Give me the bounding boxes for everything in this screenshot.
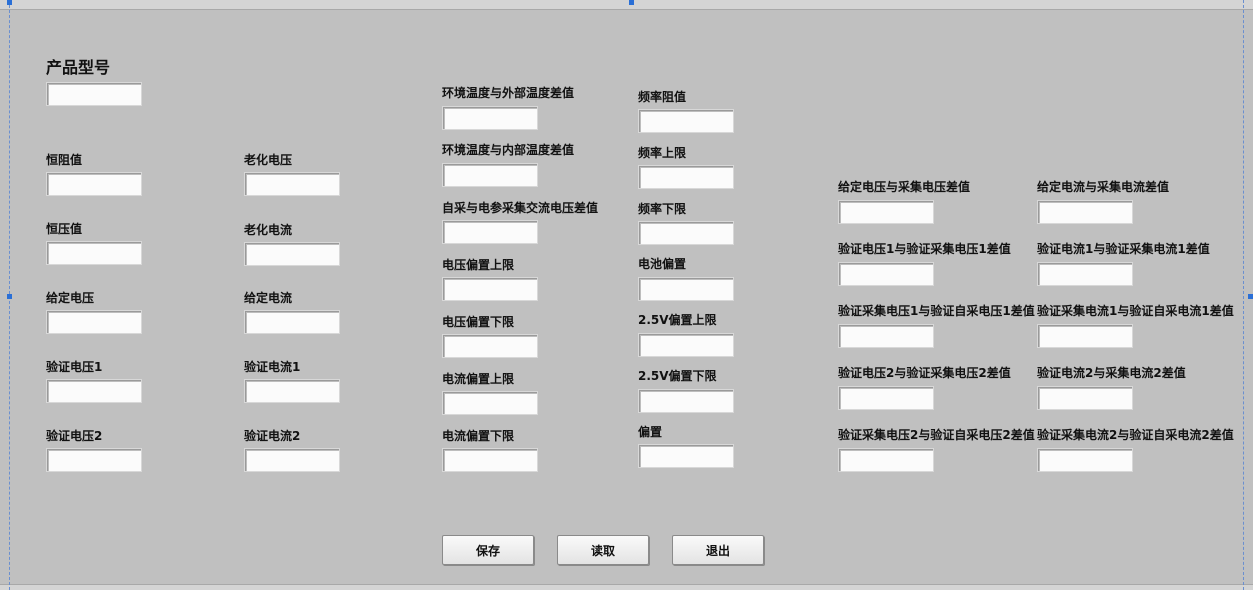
- battery-offset-input[interactable]: [638, 277, 734, 301]
- set-current-label: 给定电流: [244, 291, 293, 305]
- verify-voltage-1-input[interactable]: [46, 379, 142, 403]
- verify-voltage-1-label: 验证电压1: [46, 360, 103, 374]
- sampled-i1-vs-self-i1-diff-label: 验证采集电流1与验证自采电流1差值: [1037, 304, 1234, 318]
- verify-v1-vs-sampled-v1-diff-input[interactable]: [838, 262, 934, 286]
- aging-voltage-input[interactable]: [244, 172, 340, 196]
- verify-current-1-label: 验证电流1: [244, 360, 301, 374]
- set-voltage-input[interactable]: [46, 310, 142, 334]
- sampled-v2-vs-self-v2-diff-input[interactable]: [838, 448, 934, 472]
- offset-label: 偏置: [638, 425, 663, 439]
- self-vs-meter-ac-voltage-diff-label: 自采与电参采集交流电压差值: [442, 201, 599, 215]
- top-bar: [0, 0, 1253, 10]
- current-offset-lower-input[interactable]: [442, 448, 538, 472]
- frequency-resistance-input[interactable]: [638, 109, 734, 133]
- current-offset-lower-label: 电流偏置下限: [442, 429, 515, 443]
- aging-voltage-label: 老化电压: [244, 153, 293, 167]
- save-button[interactable]: 保存: [442, 535, 534, 565]
- offset-2v5-lower-input[interactable]: [638, 389, 734, 413]
- sampled-v2-vs-self-v2-diff-label: 验证采集电压2与验证自采电压2差值: [838, 428, 1035, 442]
- constant-resistance-input[interactable]: [46, 172, 142, 196]
- sampled-i2-vs-self-i2-diff-input[interactable]: [1037, 448, 1133, 472]
- sampled-i2-vs-self-i2-diff-label: 验证采集电流2与验证自采电流2差值: [1037, 428, 1234, 442]
- verify-current-2-label: 验证电流2: [244, 429, 301, 443]
- ambient-internal-temp-diff-input[interactable]: [442, 163, 538, 187]
- ambient-external-temp-diff-label: 环境温度与外部温度差值: [442, 86, 575, 100]
- constant-resistance-label: 恒阻值: [46, 153, 83, 167]
- frequency-upper-label: 频率上限: [638, 146, 687, 160]
- voltage-offset-upper-label: 电压偏置上限: [442, 258, 515, 272]
- set-voltage-label: 给定电压: [46, 291, 95, 305]
- aging-current-label: 老化电流: [244, 223, 293, 237]
- frequency-resistance-label: 频率阻值: [638, 90, 687, 104]
- right-guide-line: [1243, 0, 1244, 590]
- ambient-internal-temp-diff-label: 环境温度与内部温度差值: [442, 143, 575, 157]
- ambient-external-temp-diff-input[interactable]: [442, 106, 538, 130]
- frequency-upper-input[interactable]: [638, 165, 734, 189]
- bottom-bar: [0, 584, 1253, 590]
- offset-2v5-lower-label: 2.5V偏置下限: [638, 369, 717, 383]
- constant-voltage-label: 恒压值: [46, 222, 83, 236]
- set-vs-sampled-current-diff-input[interactable]: [1037, 200, 1133, 224]
- verify-v2-vs-sampled-v2-diff-input[interactable]: [838, 386, 934, 410]
- frequency-lower-input[interactable]: [638, 221, 734, 245]
- product-model-input[interactable]: [46, 82, 142, 106]
- sampled-v1-vs-self-v1-diff-input[interactable]: [838, 324, 934, 348]
- resize-handle-top-center[interactable]: [629, 0, 634, 5]
- verify-voltage-2-input[interactable]: [46, 448, 142, 472]
- set-vs-sampled-current-diff-label: 给定电流与采集电流差值: [1037, 180, 1170, 194]
- voltage-offset-lower-input[interactable]: [442, 334, 538, 358]
- verify-current-2-input[interactable]: [244, 448, 340, 472]
- verify-v2-vs-sampled-v2-diff-label: 验证电压2与验证采集电压2差值: [838, 366, 1011, 380]
- resize-handle-middle-right[interactable]: [1248, 294, 1253, 299]
- offset-2v5-upper-input[interactable]: [638, 333, 734, 357]
- constant-voltage-input[interactable]: [46, 241, 142, 265]
- exit-button[interactable]: 退出: [672, 535, 764, 565]
- battery-offset-label: 电池偏置: [638, 257, 687, 271]
- form-canvas: 产品型号 恒阻值 恒压值 给定电压 验证电压1 验证电压2 老化电压 老化电流 …: [0, 0, 1253, 590]
- sampled-v1-vs-self-v1-diff-label: 验证采集电压1与验证自采电压1差值: [838, 304, 1035, 318]
- current-offset-upper-label: 电流偏置上限: [442, 372, 515, 386]
- self-vs-meter-ac-voltage-diff-input[interactable]: [442, 220, 538, 244]
- verify-voltage-2-label: 验证电压2: [46, 429, 103, 443]
- frequency-lower-label: 频率下限: [638, 202, 687, 216]
- current-offset-upper-input[interactable]: [442, 391, 538, 415]
- read-button[interactable]: 读取: [557, 535, 649, 565]
- verify-current-1-input[interactable]: [244, 379, 340, 403]
- verify-v1-vs-sampled-v1-diff-label: 验证电压1与验证采集电压1差值: [838, 242, 1011, 256]
- resize-handle-middle-left[interactable]: [7, 294, 12, 299]
- product-model-label: 产品型号: [46, 58, 111, 77]
- sampled-i1-vs-self-i1-diff-input[interactable]: [1037, 324, 1133, 348]
- aging-current-input[interactable]: [244, 242, 340, 266]
- offset-2v5-upper-label: 2.5V偏置上限: [638, 313, 717, 327]
- resize-handle-top-left[interactable]: [7, 0, 12, 5]
- verify-i1-vs-sampled-i1-diff-input[interactable]: [1037, 262, 1133, 286]
- verify-i2-vs-sampled-i2-diff-label: 验证电流2与采集电流2差值: [1037, 366, 1186, 380]
- verify-i2-vs-sampled-i2-diff-input[interactable]: [1037, 386, 1133, 410]
- set-vs-sampled-voltage-diff-label: 给定电压与采集电压差值: [838, 180, 971, 194]
- offset-input[interactable]: [638, 444, 734, 468]
- set-current-input[interactable]: [244, 310, 340, 334]
- set-vs-sampled-voltage-diff-input[interactable]: [838, 200, 934, 224]
- verify-i1-vs-sampled-i1-diff-label: 验证电流1与验证采集电流1差值: [1037, 242, 1210, 256]
- voltage-offset-lower-label: 电压偏置下限: [442, 315, 515, 329]
- voltage-offset-upper-input[interactable]: [442, 277, 538, 301]
